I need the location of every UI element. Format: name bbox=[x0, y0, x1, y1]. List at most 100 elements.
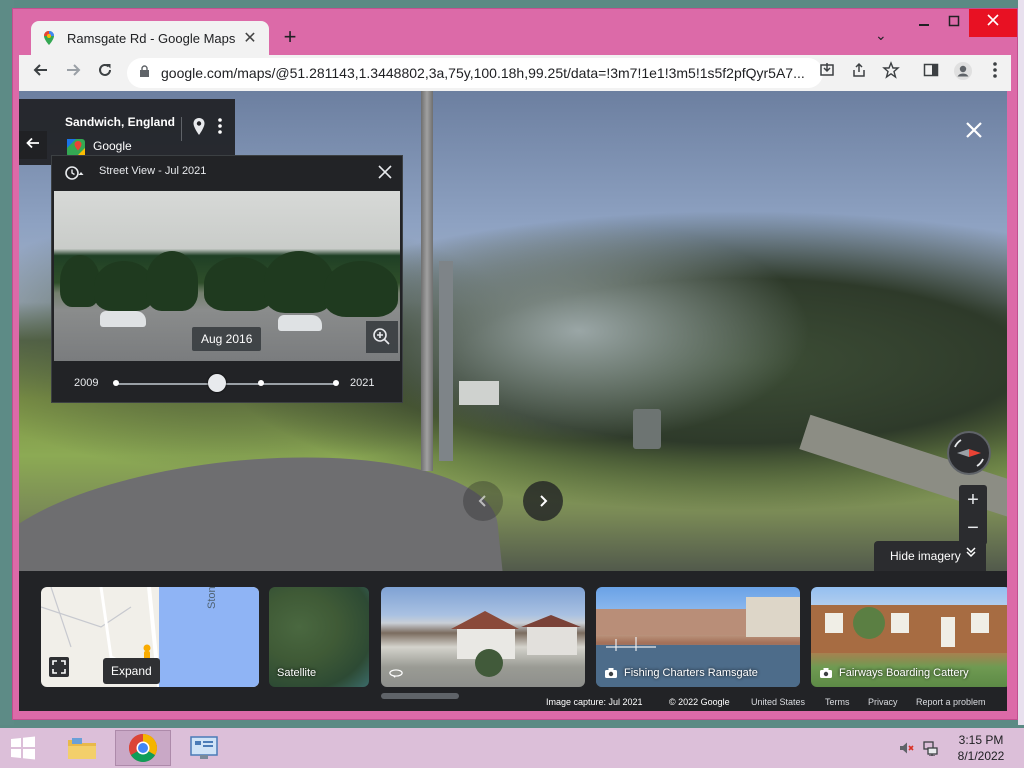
windows-logo-icon bbox=[11, 736, 35, 760]
clock-date: 8/1/2022 bbox=[957, 749, 1005, 763]
chrome-icon bbox=[129, 734, 157, 762]
taskbar: 3:15 PM 8/1/2022 bbox=[0, 728, 1024, 768]
maps-footer: Image capture: Jul 2021 © 2022 Google Un… bbox=[19, 697, 1007, 711]
forward-arrow-icon bbox=[67, 64, 81, 76]
more-options-icon[interactable] bbox=[215, 117, 225, 138]
maximize-icon bbox=[948, 15, 960, 27]
close-time-travel-button[interactable] bbox=[372, 160, 398, 186]
privacy-link[interactable]: Privacy bbox=[868, 697, 898, 707]
reload-button[interactable] bbox=[93, 61, 117, 85]
double-chevron-down-icon bbox=[966, 541, 976, 571]
network-icon[interactable] bbox=[922, 740, 938, 756]
terms-link[interactable]: Terms bbox=[825, 697, 850, 707]
zoom-out-button[interactable]: − bbox=[959, 515, 987, 541]
start-button[interactable] bbox=[8, 734, 40, 762]
selected-date-label: Aug 2016 bbox=[192, 327, 262, 351]
timeline-slider-thumb[interactable] bbox=[208, 374, 227, 392]
satellite-label: Satellite bbox=[277, 667, 317, 679]
close-icon bbox=[987, 14, 999, 26]
sign-post bbox=[439, 261, 453, 461]
timeline-date-marker[interactable] bbox=[258, 380, 265, 386]
timeline-date-marker[interactable] bbox=[113, 380, 119, 386]
lamp-post bbox=[421, 91, 433, 471]
share-icon bbox=[853, 62, 865, 77]
close-window-button[interactable] bbox=[969, 9, 1017, 37]
imagery-strip: Stonar La Expand Satellite bbox=[19, 571, 1007, 711]
new-tab-button[interactable]: + bbox=[277, 25, 303, 49]
history-clock-icon[interactable] bbox=[64, 164, 84, 182]
taskbar-file-explorer[interactable] bbox=[54, 730, 110, 766]
historic-street-view-preview[interactable]: Aug 2016 bbox=[54, 191, 400, 361]
url-text: google.com/maps/@51.281143,1.3448802,3a,… bbox=[161, 65, 805, 81]
country-link[interactable]: United States bbox=[751, 697, 805, 707]
star-icon bbox=[882, 61, 900, 79]
tab-search-button[interactable]: ⌄ bbox=[875, 27, 887, 44]
browser-toolbar: google.com/maps/@51.281143,1.3448802,3a,… bbox=[19, 55, 1011, 91]
expand-icon[interactable] bbox=[49, 657, 69, 677]
timeline-track[interactable] bbox=[116, 383, 336, 385]
location-pin-icon[interactable] bbox=[191, 117, 207, 137]
volume-muted-icon[interactable] bbox=[898, 740, 914, 756]
report-problem-link[interactable]: Report a problem bbox=[916, 697, 986, 707]
hide-imagery-label: Hide imagery bbox=[890, 549, 961, 563]
bookmark-button[interactable] bbox=[879, 61, 903, 85]
tree bbox=[324, 261, 398, 317]
panorama-360-icon bbox=[389, 669, 403, 678]
house-photo bbox=[451, 611, 581, 677]
fishing-charters-label: Fishing Charters Ramsgate bbox=[624, 667, 758, 679]
close-icon bbox=[378, 165, 392, 179]
time-travel-panel: Street View - Jul 2021 Aug 2016 2009 202… bbox=[51, 155, 403, 403]
image-capture-date: Image capture: Jul 2021 bbox=[546, 697, 643, 707]
side-panel-button[interactable] bbox=[919, 61, 943, 85]
satellite-card[interactable]: Satellite bbox=[269, 587, 369, 687]
address-bar[interactable]: google.com/maps/@51.281143,1.3448802,3a,… bbox=[127, 58, 823, 88]
system-clock[interactable]: 3:15 PM 8/1/2022 bbox=[950, 732, 1012, 764]
control-panel-icon bbox=[190, 736, 218, 759]
chevron-right-icon bbox=[540, 495, 548, 507]
next-image-button[interactable] bbox=[523, 481, 563, 521]
time-travel-header: Street View - Jul 2021 bbox=[52, 156, 404, 190]
lock-icon bbox=[139, 65, 153, 81]
photo-card-house[interactable] bbox=[381, 587, 585, 687]
folder-icon bbox=[68, 738, 96, 759]
expand-tooltip: Expand bbox=[103, 658, 160, 684]
photo-card-cattery[interactable]: Fairways Boarding Cattery bbox=[811, 587, 1007, 687]
camera-icon bbox=[820, 668, 832, 678]
zoom-in-magnifier-icon bbox=[373, 328, 390, 345]
back-arrow-icon bbox=[33, 64, 47, 76]
previous-image-button[interactable] bbox=[463, 481, 503, 521]
minimize-button[interactable] bbox=[909, 9, 939, 37]
tab-title: Ramsgate Rd - Google Maps bbox=[67, 30, 236, 46]
tree bbox=[146, 251, 198, 311]
arrow-left-icon bbox=[26, 137, 39, 149]
cattery-label: Fairways Boarding Cattery bbox=[839, 667, 969, 679]
car bbox=[278, 315, 322, 331]
timeline-date-marker[interactable] bbox=[333, 380, 339, 386]
street-view-date-label: Street View - Jul 2021 bbox=[99, 165, 207, 177]
maximize-button[interactable] bbox=[939, 9, 969, 37]
hide-imagery-button[interactable]: Hide imagery bbox=[874, 541, 986, 571]
avatar-icon bbox=[954, 62, 972, 80]
taskbar-control-panel[interactable] bbox=[176, 730, 232, 766]
compass-button[interactable] bbox=[947, 431, 991, 475]
share-button[interactable] bbox=[847, 61, 871, 85]
zoom-preview-button[interactable] bbox=[366, 321, 398, 353]
back-to-map-button[interactable] bbox=[19, 131, 47, 159]
install-app-button[interactable] bbox=[815, 61, 839, 85]
forward-button[interactable] bbox=[61, 61, 85, 85]
tab-close-icon[interactable]: ✕ bbox=[241, 28, 259, 48]
photo-card-fishing-charters[interactable]: Fishing Charters Ramsgate bbox=[596, 587, 800, 687]
tree bbox=[94, 261, 154, 311]
tab-google-maps[interactable]: Ramsgate Rd - Google Maps ✕ bbox=[31, 21, 269, 55]
minimize-icon bbox=[919, 24, 929, 26]
install-icon bbox=[820, 63, 834, 76]
browser-window: Ramsgate Rd - Google Maps ✕ + ⌄ google.c… bbox=[12, 8, 1018, 720]
compass-icon bbox=[954, 439, 984, 467]
back-button[interactable] bbox=[29, 61, 53, 85]
taskbar-chrome[interactable] bbox=[115, 730, 171, 766]
profile-button[interactable] bbox=[951, 61, 975, 85]
menu-button[interactable] bbox=[983, 61, 1007, 85]
zoom-in-button[interactable]: + bbox=[959, 487, 987, 513]
minimap-card[interactable]: Stonar La Expand bbox=[41, 587, 259, 687]
close-street-view-button[interactable] bbox=[959, 115, 989, 145]
